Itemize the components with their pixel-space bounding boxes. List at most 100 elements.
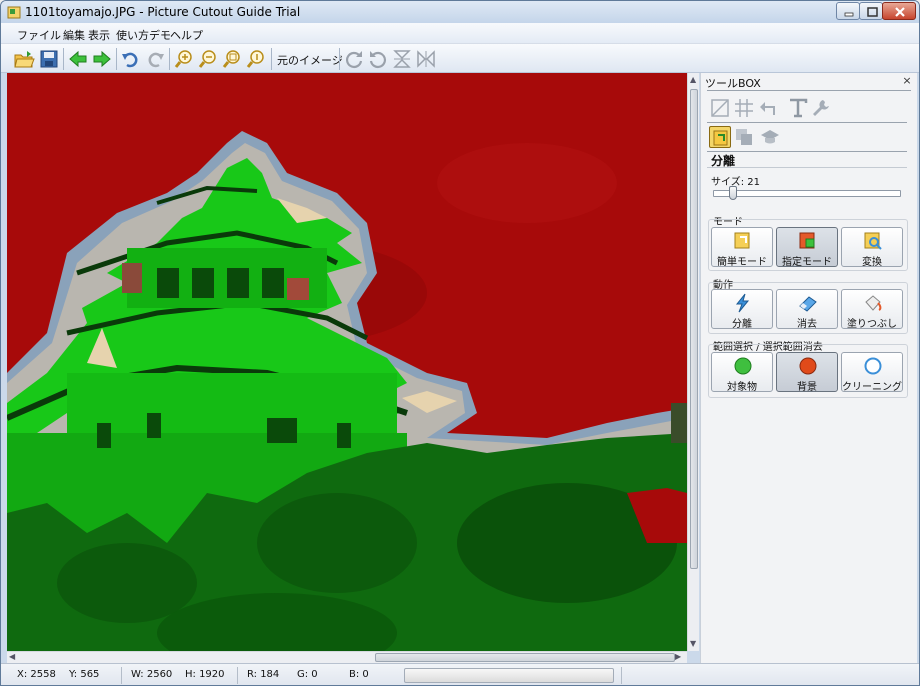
toolbar-divider [63, 48, 64, 70]
menu-file[interactable]: ファイル [17, 27, 61, 43]
paint-bucket-icon [865, 295, 882, 311]
background-label: 背景 [797, 382, 817, 393]
settings-tool[interactable] [809, 97, 831, 119]
close-button[interactable] [882, 2, 916, 20]
specified-mode-icon [799, 232, 815, 249]
flip-vertical-button[interactable] [391, 48, 413, 70]
easy-mode-button[interactable]: 簡単モード [711, 227, 773, 268]
graduation-tool[interactable] [759, 126, 781, 148]
zoom-fit-button[interactable] [221, 48, 243, 70]
divider [707, 151, 907, 152]
size-slider-thumb[interactable] [729, 186, 737, 200]
zoom-actual-icon [246, 50, 264, 68]
undo-button[interactable] [120, 48, 142, 70]
convert-icon [864, 232, 882, 250]
composite-tool[interactable] [733, 126, 755, 148]
scroll-down-icon[interactable]: ▼ [690, 639, 696, 648]
open-button[interactable] [13, 48, 35, 70]
open-folder-icon [14, 51, 35, 68]
horizontal-scroll-thumb[interactable] [375, 653, 675, 662]
zoom-actual-button[interactable] [245, 48, 267, 70]
toolbar-divider [271, 48, 272, 70]
specified-mode-button[interactable]: 指定モード [776, 227, 838, 268]
status-blue: B: 0 [349, 669, 369, 680]
divider [707, 167, 907, 168]
status-red: R: 184 [247, 669, 280, 680]
maximize-button[interactable] [859, 2, 883, 20]
restore-icon [867, 7, 878, 17]
rotate-left-icon [369, 51, 386, 68]
toolbox-close-button[interactable]: × [901, 75, 913, 87]
grid-tool[interactable] [733, 97, 755, 119]
resize-icon [711, 99, 729, 117]
erase-button[interactable]: 消去 [776, 289, 838, 330]
scroll-right-icon[interactable]: ▶ [675, 652, 681, 661]
return-tool[interactable] [757, 97, 779, 119]
object-label: 対象物 [727, 382, 757, 393]
rotate-right-button[interactable] [343, 48, 365, 70]
title-bar: 1101toyamajo.JPG - Picture Cutout Guide … [1, 1, 919, 23]
toolbox-panel: ツールBOX × 分離 サイズ: 21 モード 簡単モード 指定モード 変換 動… [700, 73, 917, 663]
wrench-icon [813, 100, 829, 116]
menu-view[interactable]: 表示 [88, 27, 110, 43]
flip-vertical-icon [393, 50, 411, 68]
resize-tool[interactable] [709, 97, 731, 119]
graduation-cap-icon [761, 130, 779, 144]
return-arrow-icon [760, 102, 775, 115]
status-divider [121, 667, 122, 684]
scroll-left-icon[interactable]: ◀ [9, 652, 15, 661]
green-circle-icon [734, 357, 752, 375]
redo-button[interactable] [144, 48, 166, 70]
object-button[interactable]: 対象物 [711, 352, 773, 393]
original-image-button[interactable]: 元のイメージ [277, 52, 343, 68]
save-button[interactable] [38, 48, 60, 70]
convert-button[interactable]: 変換 [841, 227, 903, 268]
scroll-up-icon[interactable]: ▲ [690, 75, 696, 84]
zoom-fit-icon [222, 50, 240, 68]
toolbox-title: ツールBOX [705, 77, 761, 90]
back-arrow-icon [69, 50, 87, 68]
zoom-in-button[interactable] [173, 48, 195, 70]
toolbar-divider [116, 48, 117, 70]
window-title: 1101toyamajo.JPG - Picture Cutout Guide … [25, 5, 301, 19]
forward-button[interactable] [91, 48, 113, 70]
eraser-icon [799, 296, 817, 312]
background-button[interactable]: 背景 [776, 352, 838, 393]
toolbar-divider [169, 48, 170, 70]
flip-horizontal-button[interactable] [415, 48, 437, 70]
vertical-scrollbar[interactable]: ▲ ▼ [687, 73, 699, 651]
text-icon [790, 98, 808, 118]
lightning-icon [735, 293, 750, 313]
erase-label: 消去 [797, 319, 817, 330]
separate-tool[interactable] [709, 126, 731, 148]
convert-label: 変換 [862, 257, 882, 268]
specified-mode-label: 指定モード [782, 257, 832, 268]
grid-icon [735, 99, 753, 117]
status-width: W: 2560 [131, 669, 173, 680]
vertical-scroll-thumb[interactable] [690, 89, 698, 569]
menu-help[interactable]: ヘルプ [170, 27, 203, 43]
app-icon [7, 6, 21, 19]
app-window: 1101toyamajo.JPG - Picture Cutout Guide … [0, 0, 920, 686]
text-tool[interactable] [787, 97, 809, 119]
blue-ring-icon [864, 357, 882, 375]
cleaning-label: クリーニング [842, 382, 902, 393]
menu-edit[interactable]: 編集 [63, 27, 85, 43]
status-divider [237, 667, 238, 684]
separate-action-label: 分離 [732, 319, 752, 330]
menu-demo[interactable]: 使い方デモ [116, 27, 171, 43]
zoom-out-button[interactable] [197, 48, 219, 70]
fill-button[interactable]: 塗りつぶし [841, 289, 903, 330]
forward-arrow-icon [93, 50, 111, 68]
easy-mode-icon [734, 232, 750, 249]
separate-action-button[interactable]: 分離 [711, 289, 773, 330]
status-bar: X: 2558 Y: 565 W: 2560 H: 1920 R: 184 G:… [1, 663, 919, 685]
cleaning-button[interactable]: クリーニング [841, 352, 903, 393]
minimize-button[interactable] [836, 2, 860, 20]
rotate-left-button[interactable] [367, 48, 389, 70]
horizontal-scrollbar[interactable]: ◀ ▶ [7, 651, 687, 663]
back-button[interactable] [67, 48, 89, 70]
divider [707, 90, 911, 91]
size-slider-track[interactable] [713, 190, 901, 197]
image-canvas[interactable] [7, 73, 687, 651]
